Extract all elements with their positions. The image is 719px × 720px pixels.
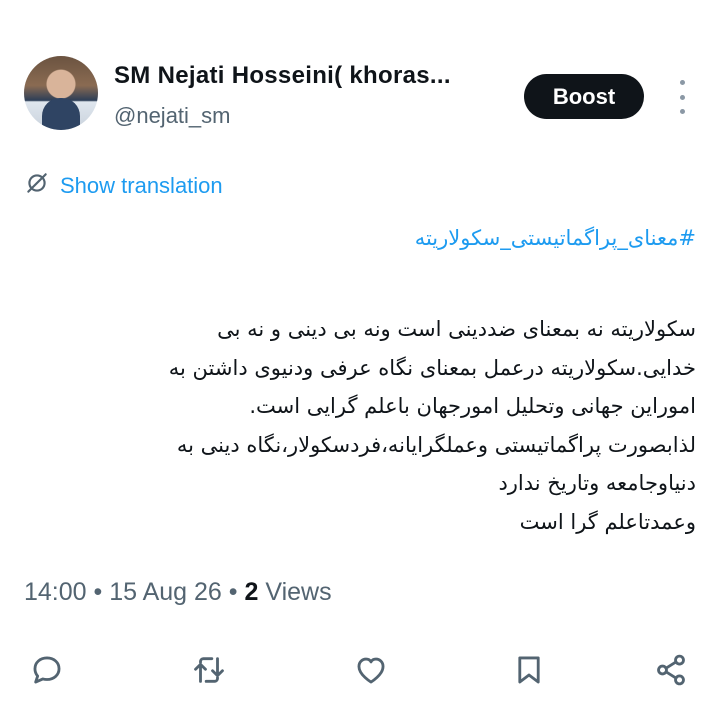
views-count: 2 xyxy=(244,578,259,606)
tweet-line: اموراین جهانی وتحلیل امورجهان باعلم گرای… xyxy=(249,394,696,418)
tweet-meta: 14:00 • 15 Aug 26 • 2 Views xyxy=(24,578,332,607)
tweet-date[interactable]: 15 Aug 26 xyxy=(109,578,222,606)
tweet-text: سکولاریته نه بمعنای ضددینی است ونه بی دی… xyxy=(24,310,696,541)
meta-separator: • xyxy=(86,578,110,606)
tweet-line: سکولاریته نه بمعنای ضددینی است ونه بی دی… xyxy=(217,317,696,341)
like-icon[interactable] xyxy=(349,648,393,692)
more-options-icon[interactable] xyxy=(672,80,692,114)
tweet-line: لذابصورت پراگماتیستی وعملگرایانه،فردسکول… xyxy=(176,432,696,457)
tweet-line: وعمدتاعلم گرا است xyxy=(519,509,696,534)
translate-icon xyxy=(24,170,50,202)
meta-separator: • xyxy=(221,578,245,606)
avatar[interactable] xyxy=(24,56,98,130)
share-icon[interactable] xyxy=(649,648,693,692)
views-label: Views xyxy=(258,578,332,606)
bookmark-icon[interactable] xyxy=(507,648,551,692)
reply-icon[interactable] xyxy=(25,648,69,692)
hashtag-link[interactable]: #معنای_پراگماتیستی_سکولاریته xyxy=(24,226,696,250)
show-translation-link[interactable]: Show translation xyxy=(24,170,223,202)
action-bar xyxy=(0,648,719,692)
tweet-line: خدایی.سکولاریته درعمل بمعنای نگاه عرفی و… xyxy=(168,355,696,380)
user-handle[interactable]: @nejati_sm xyxy=(114,103,231,129)
display-name[interactable]: SM Nejati Hosseini( khoras... xyxy=(114,62,451,90)
tweet-time[interactable]: 14:00 xyxy=(24,578,87,606)
tweet-line: دنیاوجامعه وتاریخ ندارد xyxy=(498,471,696,495)
boost-button[interactable]: Boost xyxy=(524,74,644,119)
show-translation-label: Show translation xyxy=(60,173,223,198)
retweet-icon[interactable] xyxy=(187,648,231,692)
